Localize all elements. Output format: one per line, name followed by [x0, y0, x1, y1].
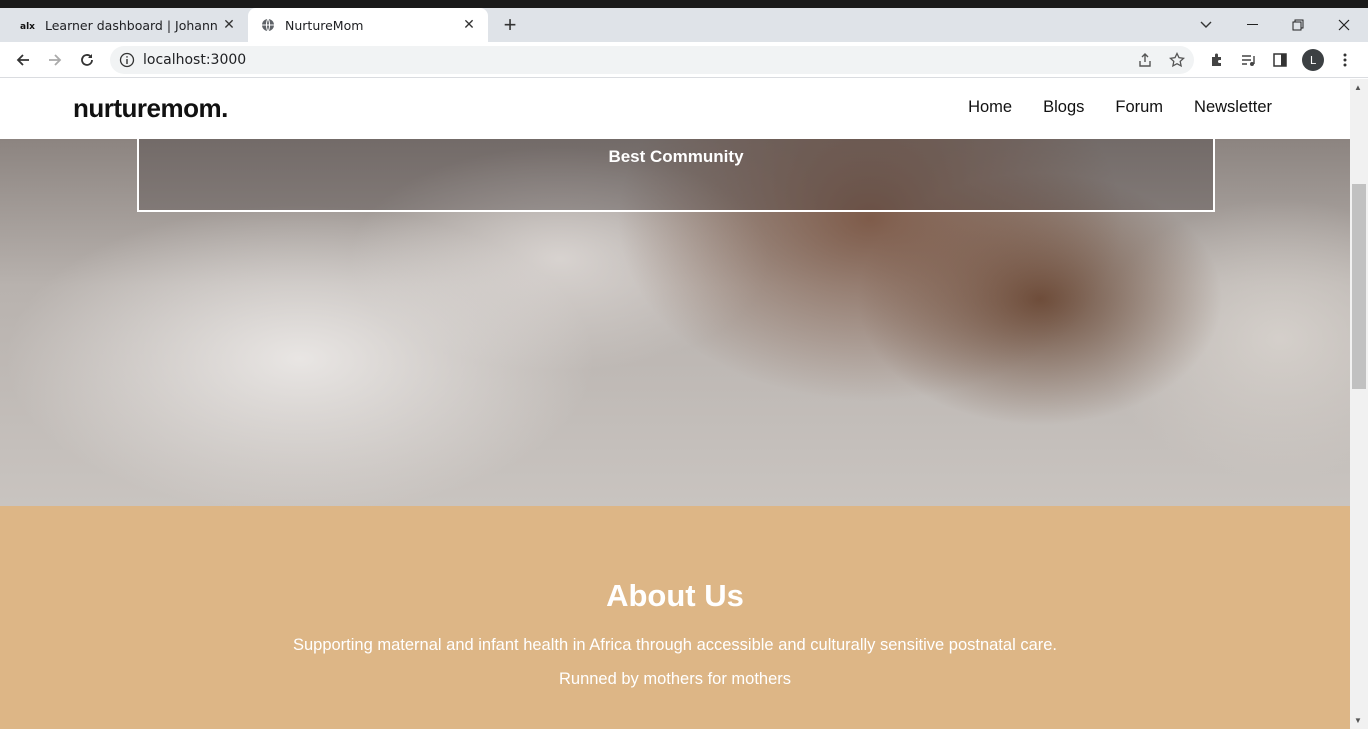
scroll-up-arrow-icon[interactable]: ▲ — [1354, 83, 1362, 92]
close-tab-icon[interactable]: ✕ — [458, 14, 480, 36]
reload-icon[interactable] — [73, 46, 101, 74]
tab-learner-dashboard[interactable]: alx Learner dashboard | Johannesburg ✕ — [8, 8, 248, 42]
tab-title: Learner dashboard | Johannesburg — [45, 17, 218, 33]
site-logo[interactable]: nurturemom. — [73, 93, 228, 124]
media-queue-icon[interactable] — [1234, 46, 1262, 74]
tab-search-icon[interactable] — [1183, 8, 1229, 42]
nav-blogs-link[interactable]: Blogs — [1043, 98, 1084, 117]
site-info-icon[interactable] — [119, 52, 135, 68]
close-tab-icon[interactable]: ✕ — [218, 14, 240, 36]
tab-nurturemom[interactable]: NurtureMom ✕ — [248, 8, 488, 42]
hero-image-section: Best Community — [0, 139, 1350, 506]
back-arrow-icon[interactable] — [9, 46, 37, 74]
tab-title: NurtureMom — [285, 17, 364, 33]
globe-icon — [260, 17, 276, 33]
bookmark-star-icon[interactable] — [1163, 46, 1191, 74]
extensions-puzzle-icon[interactable] — [1203, 46, 1231, 74]
page-viewport: nurturemom. Home Blogs Forum Newsletter … — [0, 79, 1350, 729]
share-icon[interactable] — [1131, 46, 1159, 74]
site-navbar: nurturemom. Home Blogs Forum Newsletter — [0, 79, 1350, 139]
about-title: About Us — [606, 578, 744, 613]
site-nav-links: Home Blogs Forum Newsletter — [968, 98, 1272, 117]
new-tab-button[interactable]: + — [498, 12, 522, 37]
profile-avatar[interactable]: L — [1302, 49, 1324, 71]
browser-menu-icon[interactable] — [1331, 46, 1359, 74]
hero-box-heading: Best Community — [608, 147, 744, 166]
about-description: Supporting maternal and infant health in… — [292, 636, 1058, 654]
side-panel-icon[interactable] — [1266, 46, 1294, 74]
url-text: localhost:3000 — [143, 52, 247, 68]
scrollbar-thumb[interactable] — [1352, 184, 1366, 389]
about-section: About Us Supporting maternal and infant … — [0, 506, 1350, 729]
restore-icon[interactable] — [1275, 8, 1321, 42]
nav-newsletter-link[interactable]: Newsletter — [1194, 98, 1272, 117]
tab-strip: alx Learner dashboard | Johannesburg ✕ N… — [0, 8, 1368, 42]
nav-forum-link[interactable]: Forum — [1115, 98, 1163, 117]
svg-text:alx: alx — [20, 22, 35, 30]
forward-arrow-icon[interactable] — [41, 46, 69, 74]
alx-logo-icon: alx — [20, 17, 36, 33]
window-top-edge — [0, 0, 1368, 8]
browser-toolbar: localhost:3000 — [0, 42, 1368, 78]
minimize-icon[interactable] — [1229, 8, 1275, 42]
page-scrollbar[interactable]: ▲ ▼ — [1350, 79, 1368, 729]
address-bar[interactable]: localhost:3000 — [110, 46, 1194, 74]
scroll-down-arrow-icon[interactable]: ▼ — [1354, 716, 1362, 725]
about-tagline: Runned by mothers for mothers — [558, 670, 792, 688]
close-window-icon[interactable] — [1321, 8, 1367, 42]
hero-feature-box: Best Community — [137, 139, 1215, 212]
nav-home-link[interactable]: Home — [968, 98, 1012, 117]
